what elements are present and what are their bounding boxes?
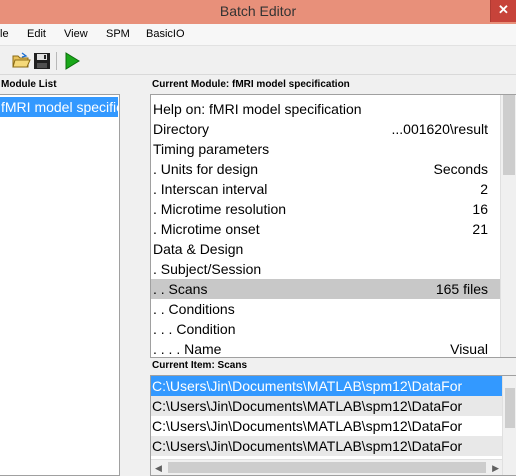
module-row-help[interactable]: Help on: fMRI model specification [151,99,501,119]
module-row-units[interactable]: . Units for design Seconds [151,159,501,179]
current-item-header: Current Item: Scans [152,360,248,371]
close-button[interactable]: ✕ [490,0,516,22]
module-scrollbar[interactable] [500,95,516,357]
menu-edit[interactable]: Edit [27,28,46,40]
row-label: Timing parameters [153,141,270,157]
row-label: . . Conditions [153,301,235,317]
close-icon: ✕ [498,2,509,17]
row-label: . Microtime resolution [153,201,287,217]
row-value: ...001620\result [391,121,488,137]
row-label: Directory [153,121,210,137]
module-row-name[interactable]: . . . . Name Visual [151,339,501,357]
module-list-item[interactable]: fMRI model specification [0,97,118,117]
row-label: . Units for design [153,161,259,177]
file-list-item[interactable]: C:\Users\Jin\Documents\MATLAB\spm12\Data… [151,436,503,456]
save-disk-icon [34,53,50,69]
horizontal-scrollbar[interactable]: ◀ ▶ [151,459,503,475]
menu-file[interactable]: le [0,28,9,40]
row-label: . . Scans [153,281,208,297]
scroll-right-icon[interactable]: ▶ [492,463,499,474]
menu-spm[interactable]: SPM [106,28,130,40]
row-value: Seconds [433,161,488,177]
module-list[interactable]: fMRI model specification [0,94,120,476]
row-value: 165 files [435,281,488,297]
row-label: Data & Design [153,241,244,257]
scroll-left-icon[interactable]: ◀ [155,463,162,474]
save-button[interactable] [32,51,52,71]
module-row-interscan[interactable]: . Interscan interval 2 [151,179,501,199]
window-title: Batch Editor [219,3,297,19]
menu-bar: le Edit View SPM BasicIO [0,24,516,46]
row-label: . Interscan interval [153,181,268,197]
module-row-scans[interactable]: . . Scans 165 files [151,279,501,299]
scrollbar-thumb[interactable] [505,388,515,428]
current-module-panel[interactable]: Help on: fMRI model specification Direct… [150,94,516,358]
scrollbar-thumb[interactable] [503,95,515,175]
row-value: 21 [472,221,488,237]
current-module-header: Current Module: fMRI model specification [152,79,350,90]
open-folder-icon [12,52,31,68]
row-value: 16 [472,201,488,217]
title-bar[interactable]: Batch Editor ✕ [0,0,516,24]
row-label: . . . Condition [153,321,236,337]
run-play-icon [65,52,80,70]
row-label: . Subject/Session [153,261,262,277]
module-row-condition[interactable]: . . . Condition [151,319,501,339]
row-value: Visual [450,341,488,357]
file-list-item[interactable]: C:\Users\Jin\Documents\MATLAB\spm12\Data… [151,396,503,416]
current-item-panel[interactable]: C:\Users\Jin\Documents\MATLAB\spm12\Data… [150,375,516,476]
module-row-directory[interactable]: Directory ...001620\result [151,119,501,139]
module-row-timing[interactable]: Timing parameters [151,139,501,159]
module-row-microtime-resolution[interactable]: . Microtime resolution 16 [151,199,501,219]
open-button[interactable] [11,51,31,71]
module-list-header: Module List [1,79,57,90]
row-value: 2 [480,181,488,197]
run-button[interactable] [62,51,82,71]
toolbar [0,47,516,75]
module-row-microtime-onset[interactable]: . Microtime onset 21 [151,219,501,239]
file-list-item[interactable]: C:\Users\Jin\Documents\MATLAB\spm12\Data… [151,376,503,396]
file-list-item[interactable]: C:\Users\Jin\Documents\MATLAB\spm12\Data… [151,416,503,436]
menu-basicio[interactable]: BasicIO [146,28,185,40]
module-row-data-design[interactable]: Data & Design [151,239,501,259]
menu-view[interactable]: View [64,28,88,40]
scrollbar-thumb[interactable] [168,462,486,473]
item-scrollbar[interactable] [502,376,516,475]
module-row-subject-session[interactable]: . Subject/Session [151,259,501,279]
row-label: . . . . Name [153,341,222,357]
row-label: . Microtime onset [153,221,260,237]
toolbar-separator [56,52,57,70]
module-row-conditions[interactable]: . . Conditions [151,299,501,319]
row-label: Help on: fMRI model specification [153,101,362,117]
